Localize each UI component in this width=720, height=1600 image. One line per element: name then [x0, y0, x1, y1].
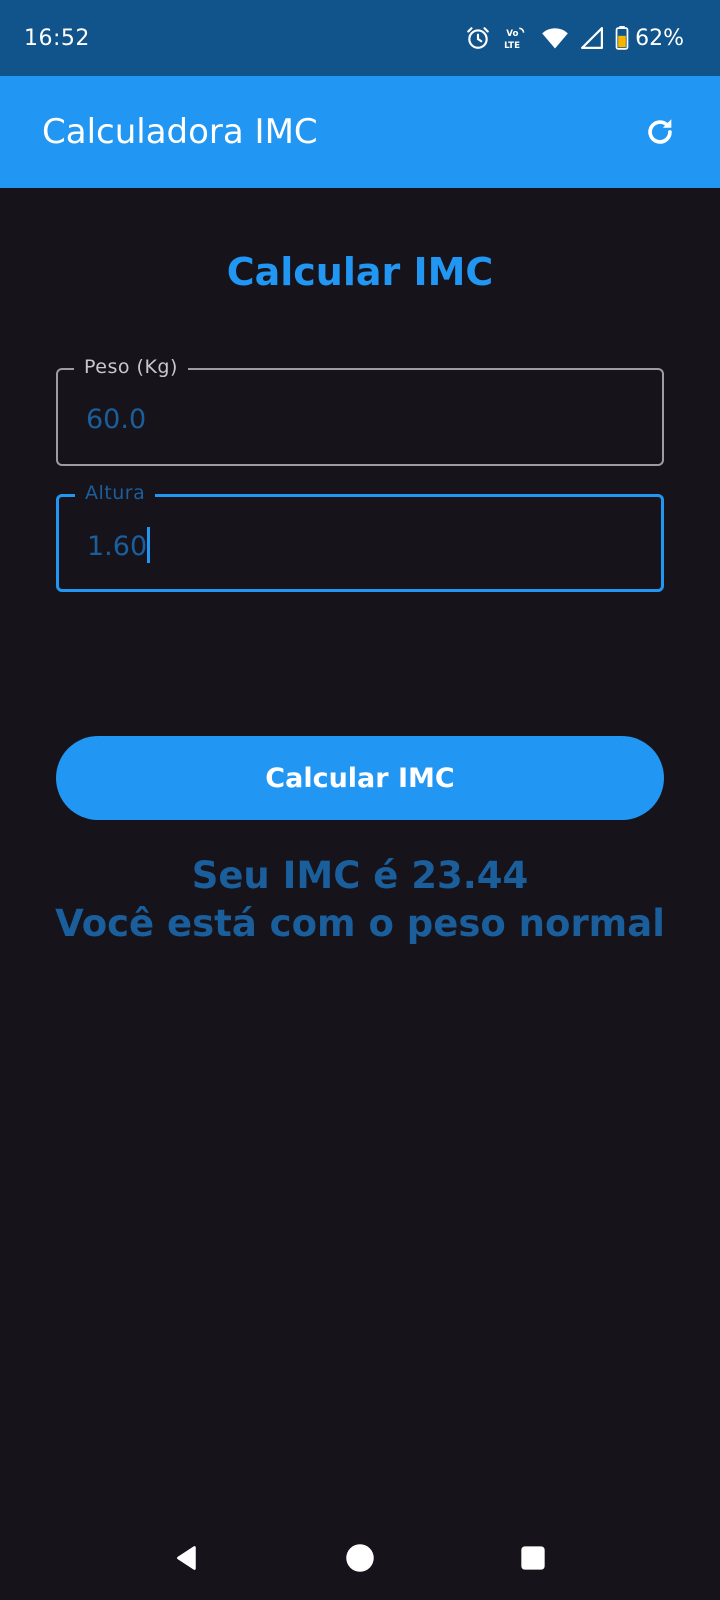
app-title: Calculadora IMC — [42, 112, 318, 152]
status-bar: 16:52 Vo LTE 62% — [0, 0, 720, 76]
refresh-icon — [648, 119, 672, 144]
cell-signal-icon — [581, 27, 604, 49]
result-classification: Você está com o peso normal — [55, 902, 665, 945]
svg-text:LTE: LTE — [504, 41, 520, 51]
text-cursor — [147, 526, 151, 563]
alarm-icon — [465, 25, 491, 51]
page-heading: Calcular IMC — [226, 250, 494, 294]
system-nav-bar — [0, 1516, 720, 1600]
status-icons: Vo LTE 62% — [465, 25, 684, 51]
recents-button[interactable] — [503, 1528, 563, 1588]
svg-text:Vo: Vo — [506, 29, 518, 39]
recents-icon — [521, 1546, 545, 1570]
result-text: Seu IMC é 23.44 Você está com o peso nor… — [0, 852, 720, 948]
weight-field-value: 60.0 — [86, 404, 147, 435]
app-bar: Calculadora IMC — [0, 76, 720, 188]
result-imc-value: Seu IMC é 23.44 — [191, 854, 529, 897]
back-icon — [176, 1546, 196, 1570]
wifi-icon — [541, 26, 569, 50]
weight-field-label: Peso (Kg) — [74, 356, 188, 378]
weight-field[interactable]: Peso (Kg) 60.0 — [56, 356, 664, 466]
height-field[interactable]: Altura 1.60 — [56, 482, 664, 592]
volte-icon: Vo LTE — [503, 25, 529, 51]
battery-icon — [615, 26, 629, 50]
height-field-value: 1.60 — [87, 531, 148, 562]
height-field-label: Altura — [75, 482, 156, 504]
home-button[interactable] — [330, 1528, 390, 1588]
calculate-button[interactable]: Calcular IMC — [56, 736, 664, 820]
battery-percent: 62% — [635, 25, 684, 51]
height-field-value-wrap: 1.60 — [87, 526, 151, 563]
status-time: 16:52 — [24, 25, 90, 51]
back-button[interactable] — [157, 1528, 217, 1588]
refresh-button[interactable] — [632, 104, 688, 160]
home-icon — [346, 1544, 374, 1572]
